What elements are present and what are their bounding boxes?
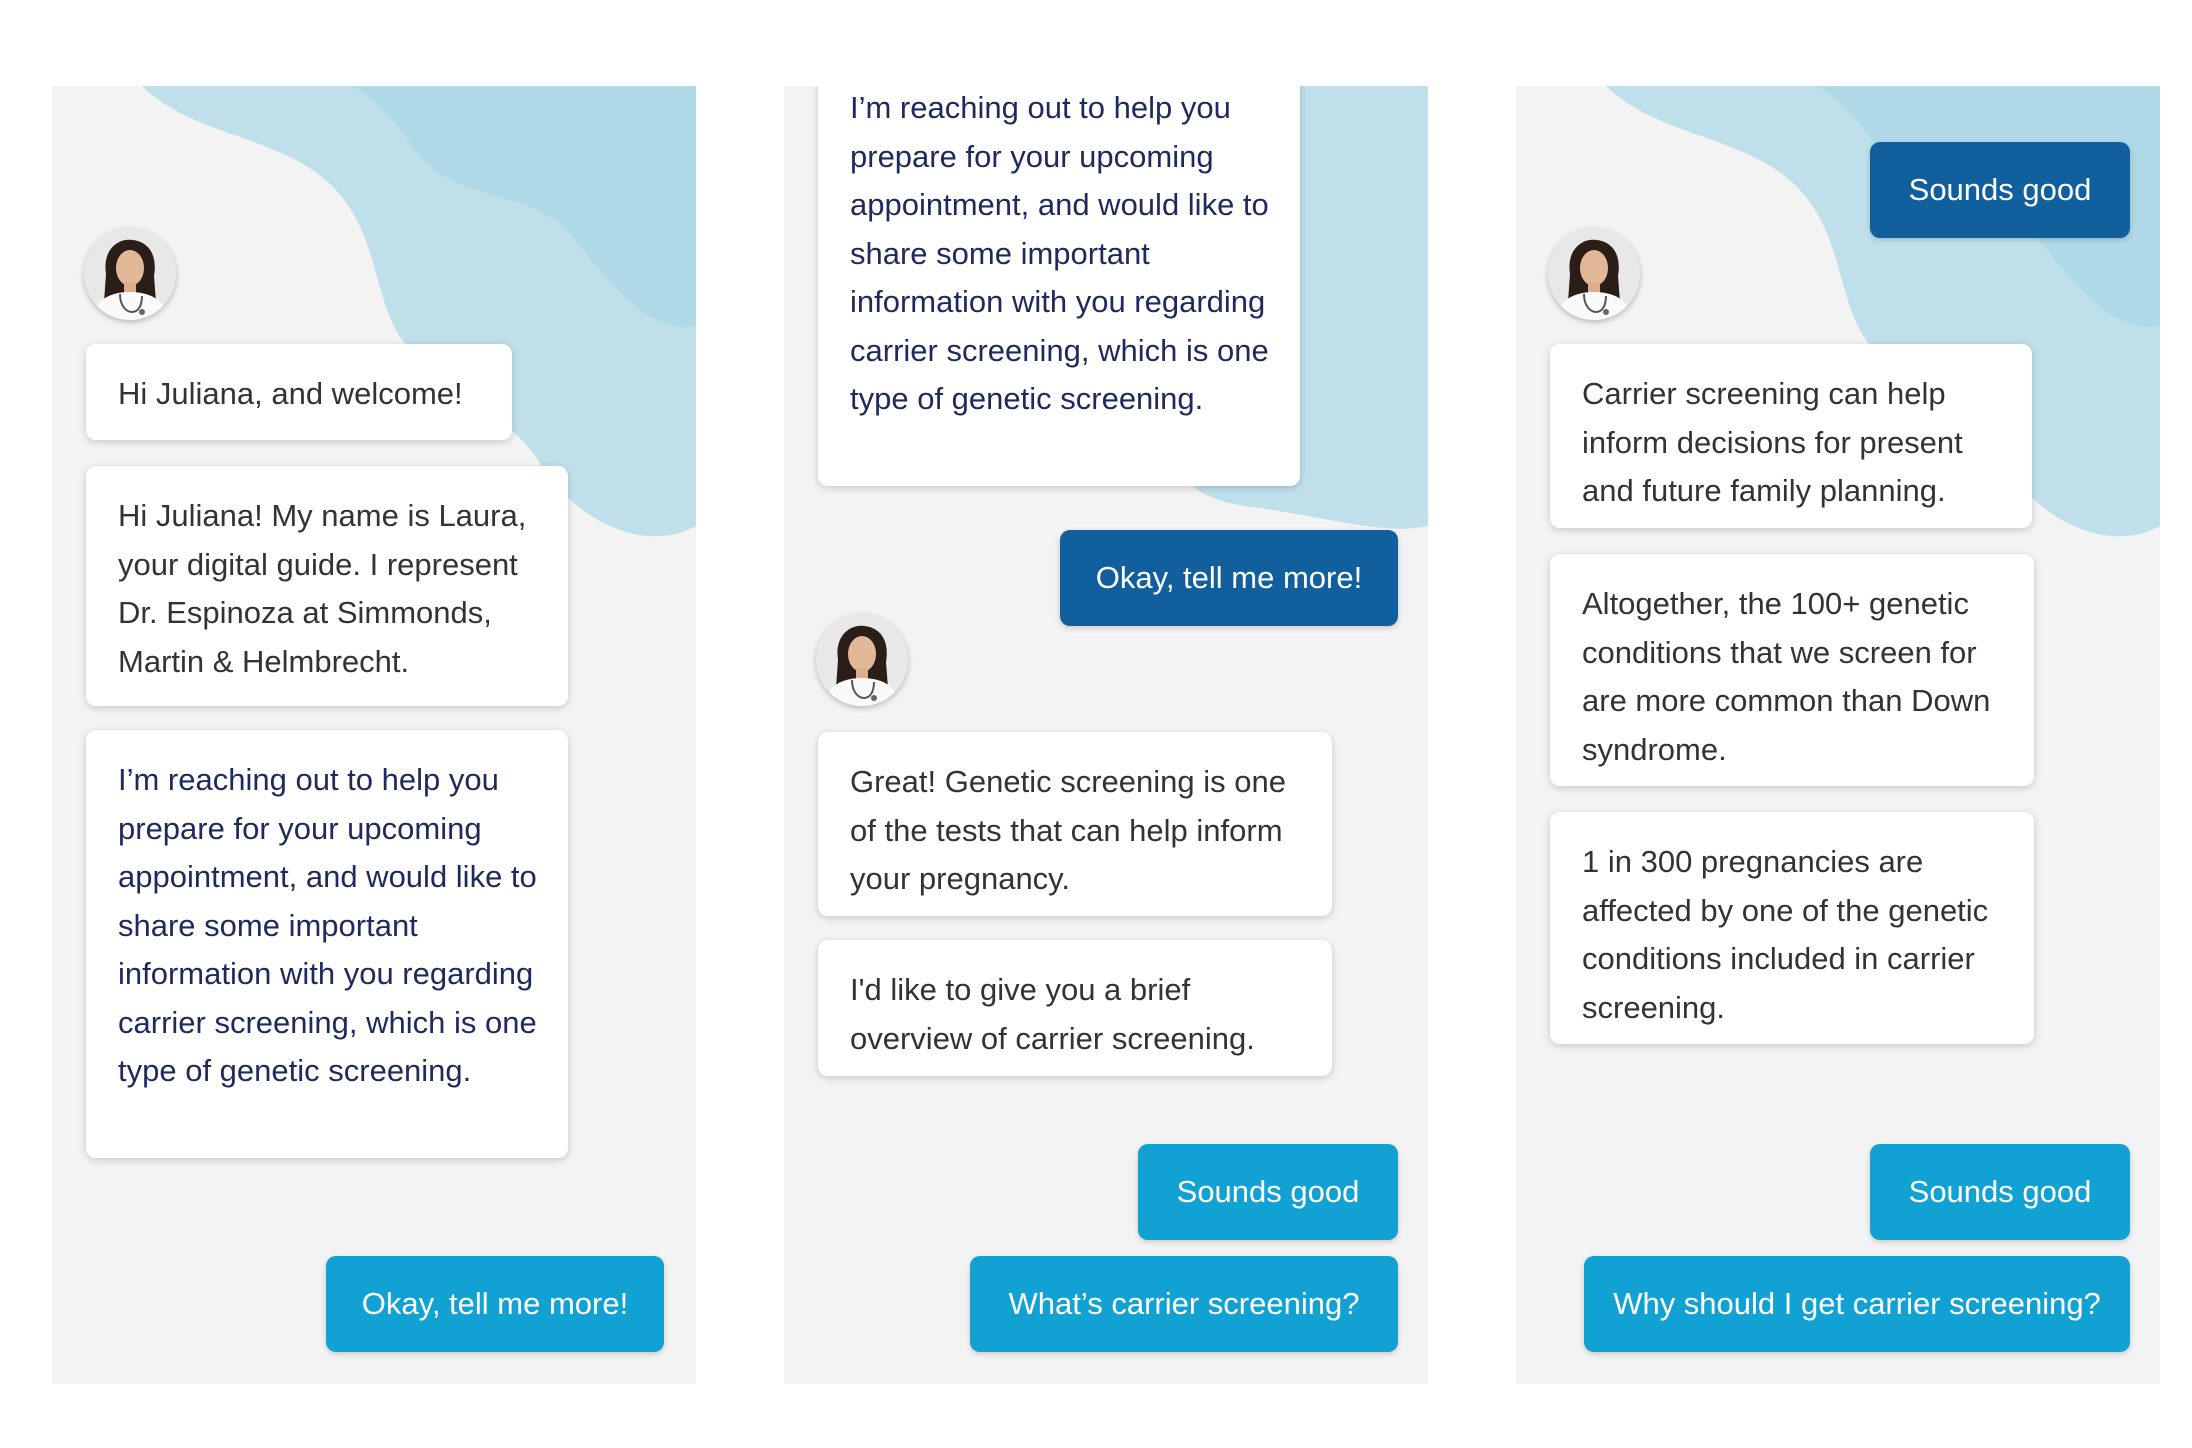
option-why-carrier-screening[interactable]: Why should I get carrier screening? (1584, 1256, 2130, 1352)
guide-avatar (816, 614, 908, 706)
message-text: 1 in 300 pregnancies are affected by one… (1582, 844, 1989, 1025)
message-inform-decisions: Carrier screening can help inform decisi… (1550, 344, 2032, 528)
message-great: Great! Genetic screening is one of the t… (818, 732, 1332, 916)
message-text: Carrier screening can help inform decisi… (1582, 376, 1963, 508)
message-text: Hi Juliana, and welcome! (118, 376, 463, 411)
user-reply-sounds-good: Sounds good (1870, 142, 2130, 238)
chat-screen-2: I’m reaching out to help you prepare for… (784, 86, 1428, 1384)
user-reply-tell-me-more: Okay, tell me more! (1060, 530, 1398, 626)
chat-screen-1: Hi Juliana, and welcome! Hi Juliana! My … (52, 86, 696, 1384)
message-reaching-out: I’m reaching out to help you prepare for… (818, 86, 1300, 486)
message-reaching-out: I’m reaching out to help you prepare for… (86, 730, 568, 1158)
message-statistic: 1 in 300 pregnancies are affected by one… (1550, 812, 2034, 1044)
option-sounds-good[interactable]: Sounds good (1138, 1144, 1398, 1240)
message-welcome: Hi Juliana, and welcome! (86, 344, 512, 440)
option-sounds-good[interactable]: Sounds good (1870, 1144, 2130, 1240)
message-altogether: Altogether, the 100+ genetic conditions … (1550, 554, 2034, 786)
message-text: I’m reaching out to help you prepare for… (118, 762, 537, 1088)
message-text: Great! Genetic screening is one of the t… (850, 764, 1286, 896)
message-text: Hi Juliana! My name is Laura, your digit… (118, 498, 527, 679)
message-text: I'd like to give you a brief overview of… (850, 972, 1255, 1056)
message-text: Altogether, the 100+ genetic conditions … (1582, 586, 1991, 767)
guide-avatar (84, 228, 176, 320)
message-overview: I'd like to give you a brief overview of… (818, 940, 1332, 1076)
guide-avatar (1548, 228, 1640, 320)
message-intro: Hi Juliana! My name is Laura, your digit… (86, 466, 568, 706)
option-whats-carrier-screening[interactable]: What’s carrier screening? (970, 1256, 1398, 1352)
chat-screen-3: Sounds good Carrier screening can help i… (1516, 86, 2160, 1384)
reply-button-tell-me-more[interactable]: Okay, tell me more! (326, 1256, 664, 1352)
message-text: I’m reaching out to help you prepare for… (850, 90, 1269, 416)
